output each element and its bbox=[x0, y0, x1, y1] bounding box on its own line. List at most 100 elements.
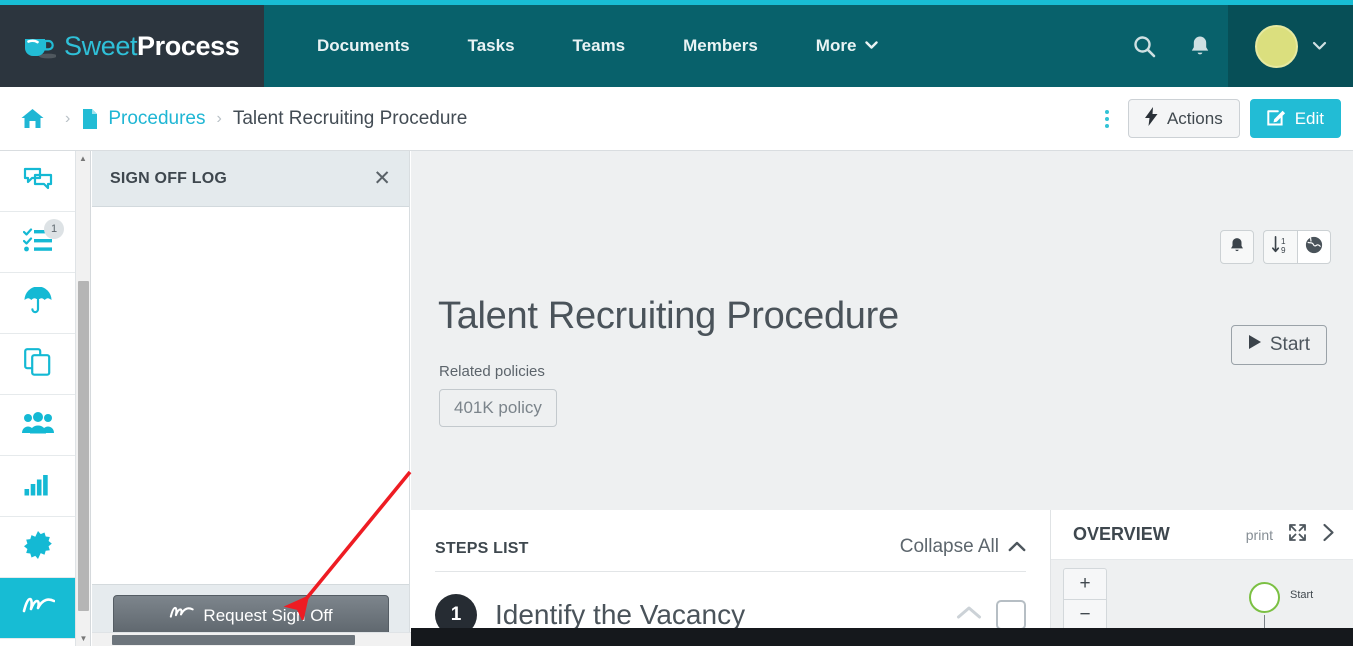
scrollbar-thumb-horizontal[interactable] bbox=[112, 635, 355, 645]
nav-label-documents: Documents bbox=[317, 36, 410, 55]
notifications-toggle-button[interactable] bbox=[1220, 230, 1254, 264]
chevron-right-icon[interactable] bbox=[1322, 523, 1335, 547]
header-right-tools bbox=[1116, 5, 1353, 87]
start-button[interactable]: Start bbox=[1230, 325, 1327, 365]
sidebar-item-sign-off[interactable] bbox=[0, 578, 75, 639]
document-hero: 1 9 Talent Recruiting Procedure Related … bbox=[411, 151, 1353, 427]
brand-logo-text: SweetProcess bbox=[64, 30, 240, 62]
starburst-icon bbox=[23, 530, 52, 564]
nav-item-members[interactable]: Members bbox=[654, 5, 787, 87]
collapse-all-label: Collapse All bbox=[899, 536, 999, 557]
nav-item-teams[interactable]: Teams bbox=[544, 5, 655, 87]
sidebar-item-comments[interactable] bbox=[0, 151, 75, 212]
panel-horizontal-scrollbar[interactable] bbox=[92, 632, 411, 646]
rail-scrollbar[interactable]: ▲ ▼ bbox=[76, 151, 91, 646]
copy-pages-icon bbox=[24, 347, 51, 381]
step-collapse-chevron-icon[interactable] bbox=[956, 605, 982, 625]
overview-actions: print bbox=[1246, 523, 1335, 547]
nav-label-tasks: Tasks bbox=[467, 36, 515, 55]
request-sign-off-button[interactable]: Request Sign Off bbox=[112, 595, 389, 636]
bell-icon bbox=[1229, 236, 1245, 259]
sort-order-button[interactable]: 1 9 bbox=[1263, 230, 1297, 264]
document-view-group: 1 9 bbox=[1263, 230, 1331, 264]
document-main-content: 1 9 Talent Recruiting Procedure Related … bbox=[411, 151, 1353, 646]
scrollbar-thumb[interactable] bbox=[78, 281, 89, 611]
svg-text:9: 9 bbox=[1281, 246, 1286, 255]
coffee-cup-icon bbox=[22, 31, 57, 61]
lightning-bolt-icon bbox=[1144, 106, 1158, 131]
chevron-up-icon bbox=[1008, 536, 1026, 558]
sidebar-item-tasks[interactable]: 1 bbox=[0, 212, 75, 273]
zoom-in-button[interactable]: + bbox=[1064, 569, 1106, 600]
svg-text:1: 1 bbox=[1281, 237, 1286, 246]
nav-item-documents[interactable]: Documents bbox=[288, 5, 439, 87]
actions-button-label: Actions bbox=[1166, 108, 1223, 128]
scroll-down-arrow[interactable]: ▼ bbox=[76, 631, 91, 646]
avatar bbox=[1254, 24, 1298, 68]
related-policies-label: Related policies bbox=[439, 363, 545, 380]
breadcrumb-bar: › Procedures › Talent Recruiting Procedu… bbox=[0, 87, 1353, 151]
viewport-bottom-bar bbox=[411, 632, 1353, 646]
breadcrumb: › Procedures › Talent Recruiting Procedu… bbox=[20, 107, 467, 130]
step-row-tools bbox=[956, 600, 1026, 630]
breadcrumb-separator-2: › bbox=[216, 109, 222, 127]
page-title: Talent Recruiting Procedure bbox=[438, 295, 899, 337]
bar-chart-icon bbox=[24, 472, 52, 501]
collapse-all-button[interactable]: Collapse All bbox=[900, 536, 1026, 558]
breadcrumb-separator: › bbox=[65, 109, 71, 127]
nav-item-tasks[interactable]: Tasks bbox=[439, 5, 544, 87]
search-icon[interactable] bbox=[1116, 5, 1172, 87]
step-title: Identify the Vacancy bbox=[495, 599, 746, 630]
flowchart-start-node[interactable] bbox=[1249, 582, 1280, 613]
edit-button[interactable]: Edit bbox=[1249, 99, 1341, 138]
step-row[interactable]: 1 Identify the Vacancy bbox=[435, 572, 1026, 636]
umbrella-icon bbox=[23, 286, 53, 319]
nav-label-members: Members bbox=[683, 36, 758, 55]
sidebar-item-badges[interactable] bbox=[0, 517, 75, 578]
sidebar-item-teams[interactable] bbox=[0, 395, 75, 456]
lower-split-region: STEPS LIST Collapse All 1 Identify the V… bbox=[411, 510, 1353, 646]
zoom-out-button[interactable]: − bbox=[1064, 600, 1106, 631]
play-icon bbox=[1248, 334, 1262, 356]
breadcrumb-current-page: Talent Recruiting Procedure bbox=[232, 107, 468, 129]
left-icon-rail: 1 bbox=[0, 151, 76, 646]
nav-label-teams: Teams bbox=[572, 36, 626, 55]
request-sign-off-label: Request Sign Off bbox=[203, 605, 333, 625]
actions-button[interactable]: Actions bbox=[1127, 99, 1240, 138]
overview-pane: OVERVIEW print + − Start bbox=[1050, 510, 1353, 646]
kebab-menu-icon[interactable] bbox=[1096, 104, 1118, 134]
sidebar-item-versions[interactable] bbox=[0, 334, 75, 395]
scroll-up-arrow[interactable]: ▲ bbox=[76, 151, 90, 166]
nav-item-more[interactable]: More bbox=[787, 5, 908, 87]
overview-title: OVERVIEW bbox=[1073, 524, 1170, 544]
edit-button-label: Edit bbox=[1294, 108, 1324, 128]
home-icon[interactable] bbox=[20, 107, 45, 130]
brand-name-sweet: Sweet bbox=[64, 30, 138, 61]
people-group-icon bbox=[21, 411, 54, 439]
signature-icon bbox=[21, 595, 55, 622]
brand-name-process: Process bbox=[137, 30, 240, 61]
chevron-down-icon bbox=[865, 39, 879, 53]
close-icon[interactable]: ✕ bbox=[373, 168, 391, 189]
sign-off-panel-header: SIGN OFF LOG ✕ bbox=[92, 151, 409, 207]
steps-list-header: STEPS LIST Collapse All bbox=[435, 510, 1026, 572]
related-policy-tag[interactable]: 401K policy bbox=[439, 389, 557, 427]
document-icon bbox=[81, 108, 99, 130]
brand-logo[interactable]: SweetProcess bbox=[0, 5, 264, 87]
sign-off-panel-title: SIGN OFF LOG bbox=[110, 169, 228, 187]
expand-arrows-icon[interactable] bbox=[1289, 523, 1306, 546]
globe-icon bbox=[1305, 236, 1323, 259]
sidebar-item-policies[interactable] bbox=[0, 273, 75, 334]
user-menu[interactable] bbox=[1228, 5, 1353, 87]
sign-off-log-panel: SIGN OFF LOG ✕ Request Sign Off bbox=[92, 151, 410, 646]
bell-icon[interactable] bbox=[1172, 5, 1228, 87]
print-button[interactable]: print bbox=[1246, 527, 1273, 543]
sidebar-item-activity[interactable] bbox=[0, 456, 75, 517]
step-checkbox[interactable] bbox=[996, 600, 1026, 630]
chevron-down-icon bbox=[1312, 38, 1327, 55]
breadcrumb-link-procedures[interactable]: Procedures bbox=[108, 108, 205, 130]
visibility-globe-button[interactable] bbox=[1297, 230, 1331, 264]
sign-off-log-list bbox=[92, 207, 409, 584]
flowchart-start-label: Start bbox=[1290, 589, 1314, 601]
sort-numeric-icon: 1 9 bbox=[1271, 235, 1291, 260]
